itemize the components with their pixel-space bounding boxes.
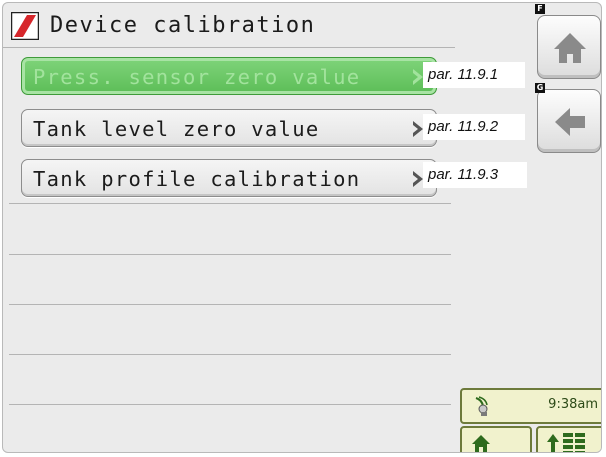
- list-divider: [9, 203, 451, 204]
- arrow-up-icon: [547, 434, 559, 452]
- home-icon: [554, 33, 586, 63]
- menu-item-tank-profile-calibration[interactable]: Tank profile calibration: [21, 159, 437, 197]
- home-shortcut-button[interactable]: [460, 426, 532, 452]
- paragraph-reference: par. 11.9.2: [423, 114, 525, 140]
- key-label-g: G: [535, 83, 545, 93]
- home-icon: [472, 435, 490, 452]
- list-divider: [9, 254, 451, 255]
- list-divider: [9, 354, 451, 355]
- arrow-left-icon: [555, 108, 585, 136]
- status-bar: 9:38am: [460, 388, 601, 424]
- page-header: Device calibration: [3, 3, 455, 48]
- menu-item-label: Tank level zero value: [33, 117, 320, 141]
- page-title: Device calibration: [50, 13, 316, 38]
- key-label-f: F: [535, 4, 545, 14]
- paragraph-reference: par. 11.9.3: [423, 162, 527, 188]
- paragraph-reference: par. 11.9.1: [423, 62, 525, 88]
- back-button[interactable]: [537, 89, 601, 153]
- grid-view-button[interactable]: [536, 426, 601, 452]
- grid-icon: [563, 433, 585, 452]
- clock-time: 9:38am: [548, 397, 598, 412]
- list-divider: [9, 404, 451, 405]
- menu-item-label: Tank profile calibration: [33, 167, 361, 191]
- list-divider: [9, 304, 451, 305]
- menu-item-tank-level-zero[interactable]: Tank level zero value: [21, 109, 437, 147]
- home-button[interactable]: [537, 15, 601, 79]
- brand-logo-icon: [11, 12, 39, 40]
- menu-item-label: Press. sensor zero value: [33, 65, 361, 89]
- gps-antenna-icon: [475, 396, 488, 416]
- menu-item-press-sensor-zero[interactable]: Press. sensor zero value: [21, 57, 437, 95]
